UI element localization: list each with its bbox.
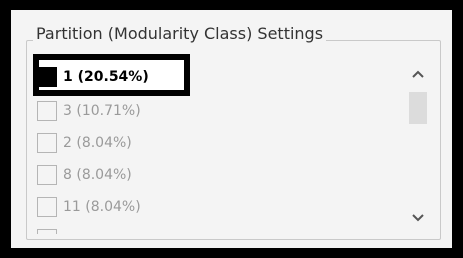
partition-settings-window: Partition (Modularity Class) Settings 1 …	[11, 10, 452, 248]
scroll-up-button[interactable]	[402, 60, 434, 88]
partition-label: 11 (8.04%)	[63, 199, 141, 215]
chevron-down-icon	[412, 210, 424, 226]
partition-label: 8 (8.04%)	[63, 167, 132, 183]
partition-label: 2 (8.04%)	[63, 135, 132, 151]
scroll-down-button[interactable]	[402, 204, 434, 232]
partition-item[interactable]: 8 (8.04%)	[37, 162, 337, 188]
partition-label: 3 (10.71%)	[63, 103, 141, 119]
color-swatch[interactable]	[37, 229, 57, 234]
partition-label: 1 (20.54%)	[63, 69, 149, 85]
color-swatch[interactable]	[37, 101, 57, 121]
color-swatch[interactable]	[37, 67, 57, 87]
partition-item[interactable]: 2 (8.04%)	[37, 130, 337, 156]
partition-list: 1 (20.54%) 3 (10.71%) 2 (8.04%) 8 (8.04%…	[37, 58, 397, 234]
partition-item[interactable]: 3 (10.71%)	[37, 98, 337, 124]
color-swatch[interactable]	[37, 165, 57, 185]
color-swatch[interactable]	[37, 133, 57, 153]
settings-panel: Partition (Modularity Class) Settings 1 …	[11, 10, 452, 248]
partition-item[interactable]	[37, 226, 337, 234]
color-swatch[interactable]	[37, 197, 57, 217]
list-scrollbar[interactable]	[402, 58, 434, 234]
group-title: Partition (Modularity Class) Settings	[33, 24, 327, 44]
partition-item[interactable]: 1 (20.54%)	[37, 64, 337, 90]
chevron-up-icon	[412, 66, 424, 82]
scroll-thumb[interactable]	[409, 92, 427, 124]
partition-item[interactable]: 11 (8.04%)	[37, 194, 337, 220]
